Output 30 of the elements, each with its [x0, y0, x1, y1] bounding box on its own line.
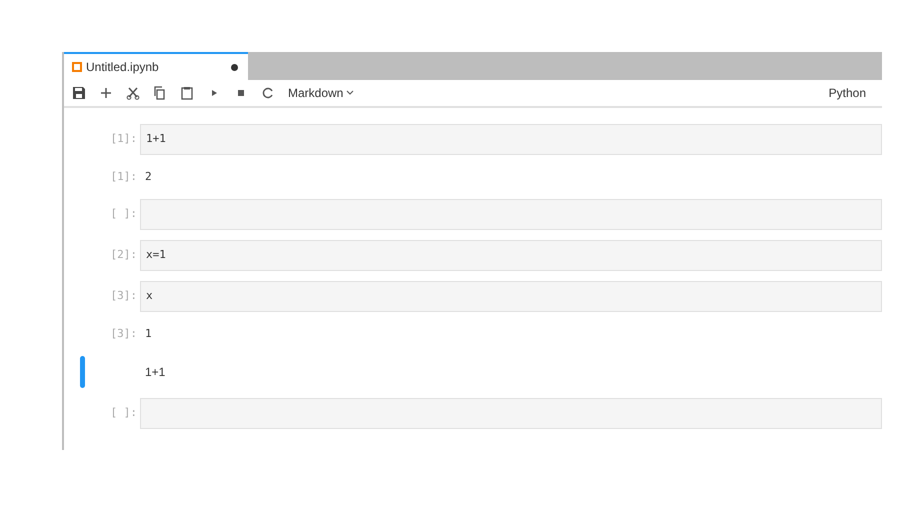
output-prompt: [1]: [110, 168, 138, 185]
notebook-tab[interactable]: Untitled.ipynb [64, 52, 248, 80]
tab-title: Untitled.ipynb [86, 59, 160, 76]
copy-icon[interactable] [153, 86, 167, 100]
code-text: 1+1 [146, 131, 166, 148]
code-text: x [146, 288, 153, 304]
output-text: 1 [144, 326, 153, 342]
input-prompt: [3]: [110, 288, 138, 304]
code-input[interactable]: 1+1 [140, 124, 882, 155]
code-input[interactable]: x=1 [140, 240, 882, 271]
code-input[interactable] [140, 398, 882, 429]
kernel-name: Python [828, 85, 867, 102]
cell-type-dropdown[interactable]: Markdown [288, 84, 354, 102]
input-prompt: [ ]: [110, 405, 138, 422]
scissors-icon[interactable] [126, 86, 140, 100]
add-icon[interactable] [99, 86, 113, 100]
notebook-icon [72, 62, 82, 72]
restart-icon[interactable] [261, 86, 275, 100]
chevron-down-icon [346, 90, 354, 96]
output-prompt: [3]: [110, 326, 138, 342]
code-input[interactable] [140, 199, 882, 230]
paste-icon[interactable] [180, 86, 194, 100]
input-prompt: [ ]: [110, 206, 138, 222]
markdown-text: 1+1 [144, 364, 166, 381]
output-text: 2 [144, 168, 153, 185]
save-icon[interactable] [72, 86, 86, 100]
input-prompt: [2]: [110, 247, 138, 264]
input-prompt: [1]: [110, 131, 138, 148]
code-input[interactable]: x [140, 281, 882, 312]
code-text: x=1 [146, 247, 166, 264]
